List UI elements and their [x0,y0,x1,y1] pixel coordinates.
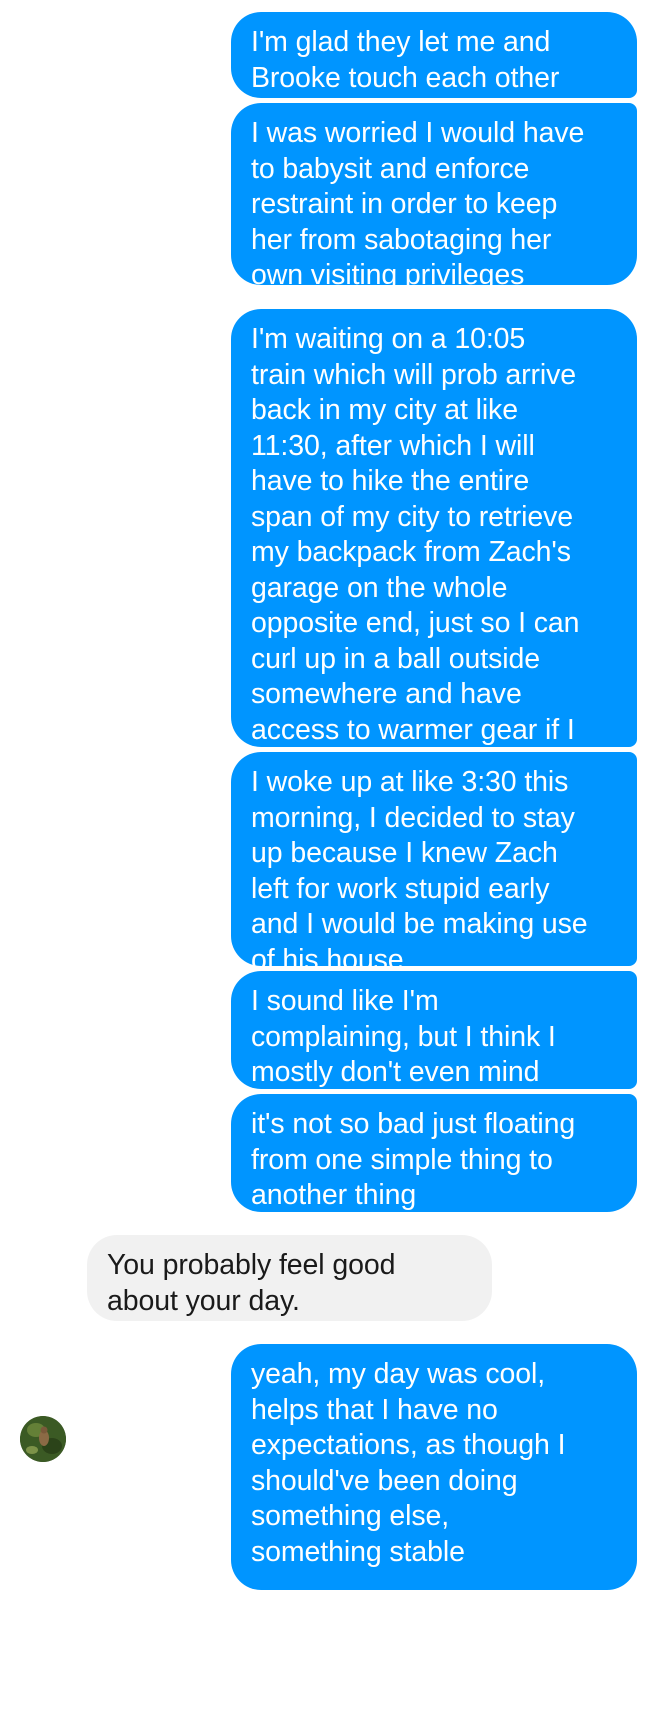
incoming-message-bubble[interactable]: You probably feel good about your day. [87,1235,492,1321]
outgoing-message-bubble[interactable]: I sound like I'm complaining, but I thin… [231,971,637,1089]
outgoing-message-bubble[interactable]: it's not so bad just floating from one s… [231,1094,637,1212]
outgoing-message-bubble[interactable]: I'm waiting on a 10:05 train which will … [231,309,637,781]
outgoing-message-bubble[interactable]: I woke up at like 3:30 this morning, I d… [231,752,637,976]
outgoing-message-bubble[interactable]: I'm glad they let me and Brooke touch ea… [231,12,637,98]
message-thread: I'm glad they let me and Brooke touch ea… [0,0,648,1734]
avatar-photo-icon [20,1416,66,1462]
outgoing-message-bubble[interactable]: yeah, my day was cool, helps that I have… [231,1344,637,1590]
contact-avatar[interactable] [20,1416,66,1462]
outgoing-message-bubble[interactable]: I was worried I would have to babysit an… [231,103,637,291]
